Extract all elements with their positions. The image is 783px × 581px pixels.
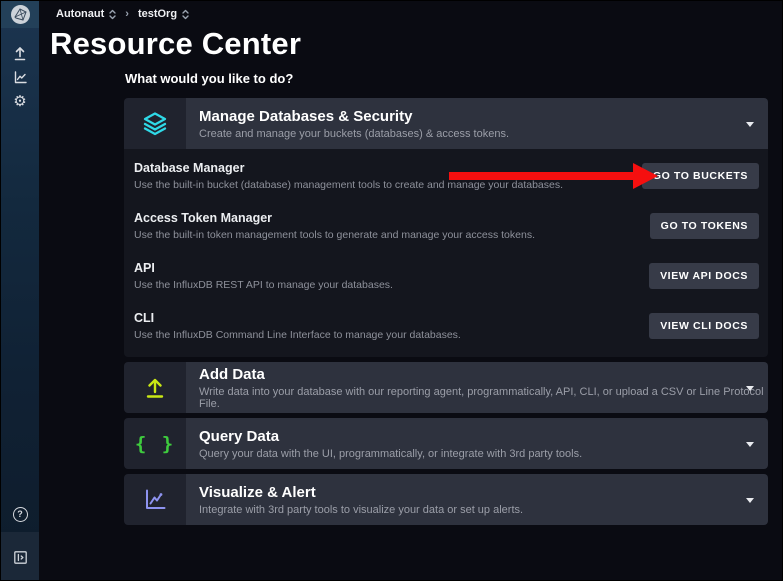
row-api: API Use the InfluxDB REST API to manage … (134, 251, 759, 301)
sidebar-bottom: ? (1, 496, 39, 581)
breadcrumb: Autonaut › testOrg (56, 8, 189, 20)
section-description: Integrate with 3rd party tools to visual… (199, 504, 768, 516)
row-title: CLI (134, 311, 461, 325)
project-name: testOrg (138, 8, 177, 20)
row-access-token-manager: Access Token Manager Use the built-in to… (134, 201, 759, 251)
section-description: Write data into your database with our r… (199, 386, 768, 410)
red-arrow-annotation (449, 172, 635, 180)
row-description: Use the built-in token management tools … (134, 229, 535, 241)
sidebar-nav: ⚙ (1, 28, 39, 109)
help-icon[interactable]: ? (1, 496, 39, 532)
sort-caret-icon (109, 9, 116, 20)
chevron-down-icon[interactable] (746, 498, 754, 503)
chevron-down-icon[interactable] (746, 386, 754, 391)
row-title: Access Token Manager (134, 211, 535, 225)
section-header-add-data[interactable]: Add Data Write data into your database w… (124, 362, 768, 413)
view-cli-docs-button[interactable]: VIEW CLI DOCS (649, 313, 759, 339)
chevron-down-icon[interactable] (746, 442, 754, 447)
breadcrumb-org[interactable]: Autonaut (56, 8, 116, 20)
line-chart-icon (124, 474, 186, 525)
section-manage-databases: Manage Databases & Security Create and m… (124, 98, 768, 357)
row-description: Use the InfluxDB Command Line Interface … (134, 329, 461, 341)
layers-icon (124, 98, 186, 149)
breadcrumb-project[interactable]: testOrg (138, 8, 189, 20)
go-to-buckets-button[interactable]: GO TO BUCKETS (642, 163, 759, 189)
section-header-visualize-alert[interactable]: Visualize & Alert Integrate with 3rd par… (124, 474, 768, 525)
section-title: Visualize & Alert (199, 484, 768, 501)
section-visualize-alert: Visualize & Alert Integrate with 3rd par… (124, 474, 768, 525)
page-title: Resource Center (50, 26, 301, 62)
page-prompt: What would you like to do? (125, 71, 293, 86)
breadcrumb-separator: › (125, 8, 129, 20)
curly-braces-icon: { } (124, 418, 186, 469)
upload-icon[interactable] (1, 45, 39, 61)
sidebar: ⚙ ? (1, 1, 39, 581)
resource-panel: Manage Databases & Security Create and m… (124, 98, 768, 530)
row-description: Use the InfluxDB REST API to manage your… (134, 279, 393, 291)
row-cli: CLI Use the InfluxDB Command Line Interf… (134, 301, 759, 351)
org-name: Autonaut (56, 8, 104, 20)
chevron-down-icon[interactable] (746, 122, 754, 127)
influxdata-logo-icon (11, 5, 30, 24)
sidebar-logo-cell[interactable] (1, 1, 39, 28)
graph-icon[interactable] (1, 69, 39, 85)
section-body-manage-databases: Database Manager Use the built-in bucket… (124, 149, 768, 357)
expand-sidebar-icon[interactable] (1, 532, 39, 581)
gear-icon[interactable]: ⚙ (1, 93, 39, 109)
section-title: Manage Databases & Security (199, 108, 768, 125)
section-description: Create and manage your buckets (database… (199, 128, 768, 140)
sort-caret-icon (182, 9, 189, 20)
section-header-query-data[interactable]: { } Query Data Query your data with the … (124, 418, 768, 469)
go-to-tokens-button[interactable]: GO TO TOKENS (650, 213, 759, 239)
view-api-docs-button[interactable]: VIEW API DOCS (649, 263, 759, 289)
section-title: Add Data (199, 366, 768, 383)
upload-icon (124, 362, 186, 413)
section-query-data: { } Query Data Query your data with the … (124, 418, 768, 469)
row-database-manager: Database Manager Use the built-in bucket… (134, 151, 759, 201)
section-add-data: Add Data Write data into your database w… (124, 362, 768, 413)
section-description: Query your data with the UI, programmati… (199, 448, 768, 460)
resource-center-page: ⚙ ? Autonaut › testOrg (0, 0, 783, 581)
section-title: Query Data (199, 428, 768, 445)
row-title: API (134, 261, 393, 275)
section-header-manage-databases[interactable]: Manage Databases & Security Create and m… (124, 98, 768, 149)
row-description: Use the built-in bucket (database) manag… (134, 179, 563, 191)
red-arrow-head (633, 163, 658, 189)
